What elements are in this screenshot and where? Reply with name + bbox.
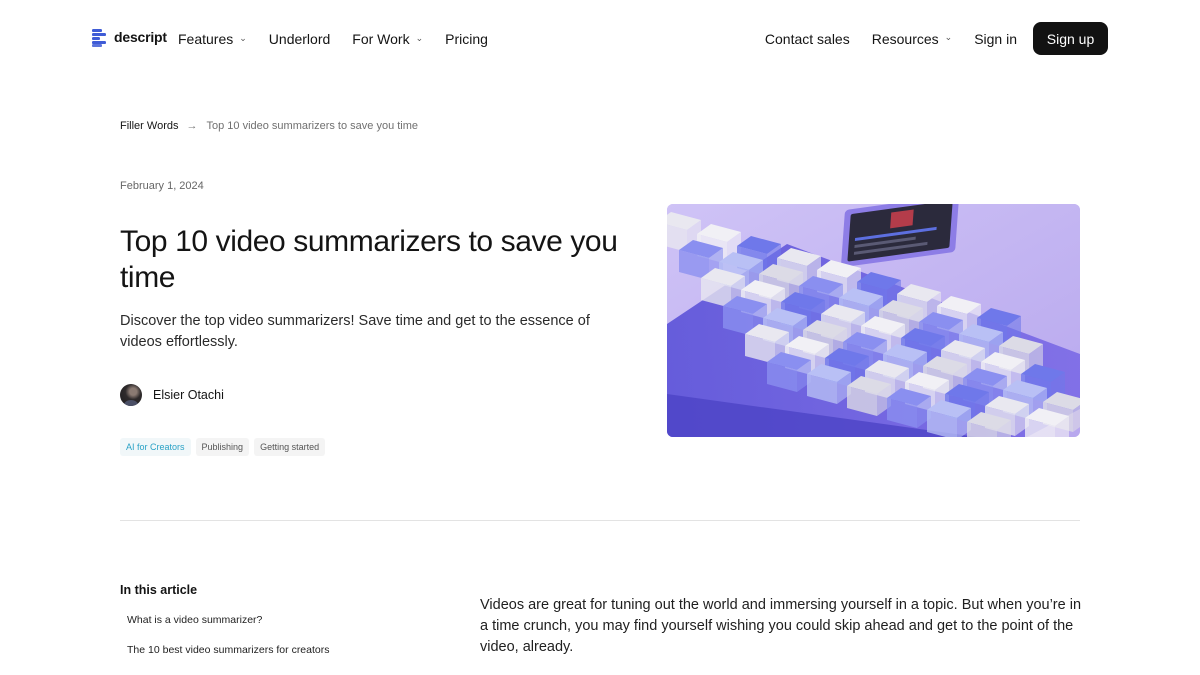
tag-ai-for-creators[interactable]: AI for Creators: [120, 438, 191, 456]
nav-features[interactable]: Features ⌄: [178, 30, 247, 48]
logo-link[interactable]: descript: [92, 28, 167, 47]
nav-resources-label: Resources: [871, 30, 939, 47]
tag-getting-started[interactable]: Getting started: [254, 438, 326, 456]
nav-resources[interactable]: Resources ⌄: [872, 30, 952, 48]
hero-image: [667, 204, 1080, 437]
toc-item-what-is[interactable]: What is a video summarizer?: [127, 614, 330, 644]
article-title: Top 10 video summarizers to save you tim…: [120, 225, 618, 294]
logo-text: descript: [114, 29, 167, 45]
chevron-down-icon: ⌄: [944, 32, 953, 42]
table-of-contents: What is a video summarizer? The 10 best …: [127, 614, 330, 674]
tag-list: AI for Creators Publishing Getting start…: [120, 438, 326, 456]
article-intro-paragraph: Videos are great for tuning out the worl…: [480, 597, 1082, 655]
descript-logo-icon: [92, 28, 108, 47]
article-subtitle: Discover the top video summarizers! Save…: [120, 313, 590, 350]
toc-heading: In this article: [120, 583, 198, 597]
avatar: [120, 384, 142, 406]
author-name: Elsier Otachi: [153, 388, 224, 402]
chevron-down-icon: ⌄: [239, 32, 247, 43]
nav-underlord[interactable]: Underlord: [269, 30, 330, 48]
top-navigation: descript Features ⌄ Underlord For Work ⌄…: [0, 0, 1200, 78]
section-divider: [120, 520, 1080, 521]
nav-underlord-label: Underlord: [268, 31, 331, 47]
nav-pricing[interactable]: Pricing: [445, 30, 488, 48]
keyboard-illustration-icon: [667, 204, 1080, 437]
nav-for-work-label: For Work: [352, 31, 410, 47]
breadcrumb-current: Top 10 video summarizers to save you tim…: [206, 120, 419, 132]
publish-date: February 1, 2024: [120, 180, 204, 192]
tag-publishing[interactable]: Publishing: [195, 438, 250, 456]
breadcrumb-parent-link[interactable]: Filler Words: [120, 120, 178, 132]
nav-contact-sales-label: Contact sales: [764, 30, 850, 47]
sign-up-button[interactable]: Sign up: [1033, 22, 1108, 55]
nav-contact-sales[interactable]: Contact sales: [765, 30, 850, 48]
nav-for-work[interactable]: For Work ⌄: [352, 30, 423, 48]
nav-right-group: Contact sales Resources ⌄ Sign in Sign u…: [743, 22, 1108, 55]
arrow-right-icon: →: [186, 120, 198, 132]
nav-sign-in-label: Sign in: [974, 30, 1017, 47]
nav-left-group: Features ⌄ Underlord For Work ⌄ Pricing: [178, 30, 510, 48]
chevron-down-icon: ⌄: [415, 32, 424, 43]
toc-item-best-summarizers[interactable]: The 10 best video summarizers for creato…: [127, 644, 330, 674]
nav-sign-in[interactable]: Sign in: [974, 30, 1017, 48]
nav-features-label: Features: [178, 31, 234, 47]
breadcrumb: Filler Words → Top 10 video summarizers …: [120, 120, 418, 132]
author-link[interactable]: Elsier Otachi: [120, 384, 224, 406]
nav-pricing-label: Pricing: [445, 31, 488, 47]
